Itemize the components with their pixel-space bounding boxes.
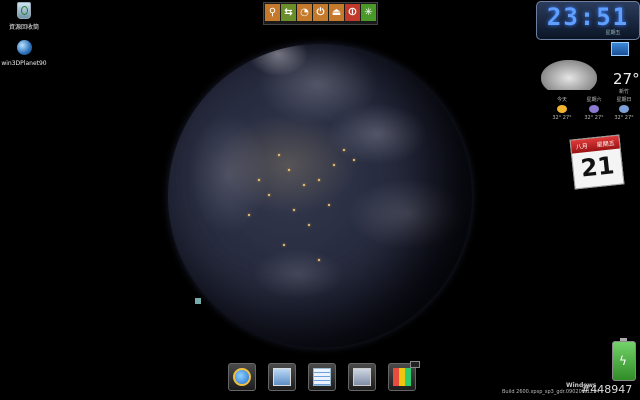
rain-icon bbox=[619, 105, 629, 113]
dock-item-my-computer[interactable] bbox=[268, 363, 296, 391]
forecast-day: 今天 32° 27° bbox=[552, 97, 572, 121]
calculator-icon bbox=[353, 368, 371, 386]
weather-city: 新竹 bbox=[619, 89, 630, 95]
battery-widget[interactable]: ϟ bbox=[612, 338, 636, 381]
clock-weekday: 星期五 bbox=[605, 30, 621, 36]
calendar-month: 八月 bbox=[575, 142, 589, 152]
forecast-day: 星期六 32° 27° bbox=[584, 97, 604, 121]
win3dplanet-label: win3DPlanet90 bbox=[1, 60, 47, 67]
digital-clock-widget[interactable]: 23:51 星期五 bbox=[536, 1, 640, 40]
recycle-bin-icon bbox=[15, 2, 33, 20]
search-icon[interactable]: ⚲ bbox=[265, 4, 280, 21]
globe-icon bbox=[15, 40, 33, 58]
power-icon[interactable]: ⏻ bbox=[313, 4, 328, 21]
forecast-day: 星期日 32° 27° bbox=[614, 97, 634, 121]
monitor-icon[interactable] bbox=[611, 42, 629, 56]
dock-item-notepad[interactable] bbox=[308, 363, 336, 391]
clock-time: 23:51 bbox=[546, 3, 630, 31]
settings-icon[interactable]: ✳ bbox=[361, 4, 376, 21]
notepad-icon bbox=[313, 368, 331, 386]
dock-toggle-button[interactable] bbox=[410, 361, 420, 368]
battery-charging-icon: ϟ bbox=[619, 354, 627, 368]
dock-bar bbox=[228, 363, 416, 391]
image-id-label: #448947 bbox=[581, 383, 633, 396]
planet-toolbar: ⚲ ⇆ ◔ ⏻ ⏏ ⏼ ✳ bbox=[263, 2, 378, 25]
dock-item-internet-explorer[interactable] bbox=[228, 363, 256, 391]
timer-icon[interactable]: ◔ bbox=[297, 4, 312, 21]
win3dplanet-shortcut[interactable]: win3DPlanet90 bbox=[0, 40, 48, 67]
internet-explorer-icon bbox=[233, 368, 251, 386]
earth-globe[interactable] bbox=[168, 44, 472, 348]
cloudy-icon bbox=[541, 60, 597, 90]
exit-icon[interactable]: ⏼ bbox=[345, 4, 360, 21]
dock-item-calculator[interactable] bbox=[348, 363, 376, 391]
calendar-weekday: 星期五 bbox=[596, 140, 616, 149]
calendar-day: 21 bbox=[579, 151, 616, 183]
weather-widget[interactable]: 27° 新竹 今天 32° 27° 星期六 32° 27° 星期日 32° 27… bbox=[533, 56, 640, 128]
paint-icon bbox=[393, 368, 411, 386]
recycle-bin-label: 資源回收筒 bbox=[8, 24, 39, 31]
satellite-icon bbox=[195, 298, 201, 304]
swap-icon[interactable]: ⇆ bbox=[281, 4, 296, 21]
thunderstorm-icon bbox=[589, 105, 599, 113]
eject-icon[interactable]: ⏏ bbox=[329, 4, 344, 21]
weather-temperature: 27° bbox=[613, 70, 640, 88]
recycle-bin-shortcut[interactable]: 資源回收筒 bbox=[0, 2, 48, 31]
sunny-icon bbox=[557, 105, 567, 113]
calendar-widget[interactable]: 八月 星期五 21 bbox=[569, 134, 625, 190]
my-computer-icon bbox=[273, 368, 291, 386]
